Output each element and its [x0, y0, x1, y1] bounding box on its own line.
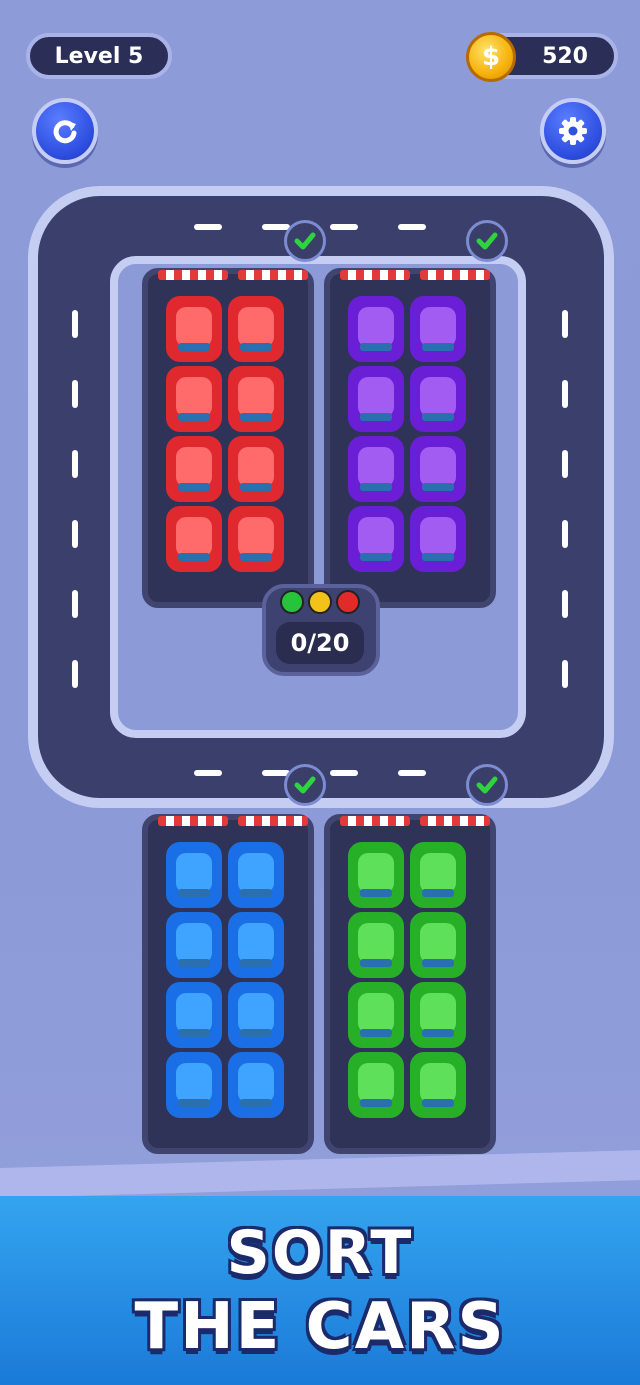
coin-symbol: $: [481, 42, 501, 72]
car[interactable]: [166, 436, 222, 502]
lane-dash: [398, 770, 426, 776]
car[interactable]: [166, 1052, 222, 1118]
barrier-gate: [420, 270, 490, 280]
car[interactable]: [228, 982, 284, 1048]
restart-icon: [53, 120, 77, 144]
traffic-light-yellow: [308, 590, 332, 614]
car[interactable]: [166, 506, 222, 572]
car[interactable]: [348, 366, 404, 432]
parking-lot-3[interactable]: [142, 814, 314, 1154]
car[interactable]: [166, 296, 222, 362]
car[interactable]: [228, 366, 284, 432]
lane-dash: [562, 450, 568, 478]
lane-dash: [72, 380, 78, 408]
car[interactable]: [228, 436, 284, 502]
progress-counter: 0/20: [276, 622, 364, 664]
barrier-gate: [340, 816, 410, 826]
car[interactable]: [348, 506, 404, 572]
car[interactable]: [348, 1052, 404, 1118]
level-label: Level 5: [54, 43, 144, 69]
car[interactable]: [228, 1052, 284, 1118]
level-indicator: Level 5: [26, 33, 172, 79]
car[interactable]: [410, 982, 466, 1048]
car[interactable]: [166, 842, 222, 908]
car[interactable]: [228, 912, 284, 978]
lane-dash: [72, 310, 78, 338]
lane-dash: [398, 224, 426, 230]
car[interactable]: [228, 296, 284, 362]
lane-dash: [194, 224, 222, 230]
checkmark-icon: [284, 220, 326, 262]
checkmark-icon: [466, 764, 508, 806]
coin-amount: 520: [542, 43, 588, 69]
car[interactable]: [348, 296, 404, 362]
lane-dash: [72, 590, 78, 618]
barrier-gate: [158, 270, 228, 280]
barrier-gate: [420, 816, 490, 826]
lane-dash: [562, 380, 568, 408]
checkmark-icon: [466, 220, 508, 262]
car[interactable]: [410, 1052, 466, 1118]
lane-dash: [194, 770, 222, 776]
car[interactable]: [228, 506, 284, 572]
lane-dash: [262, 224, 290, 230]
lane-dash: [72, 660, 78, 688]
headline-line2: THE CARS: [134, 1290, 506, 1364]
lane-dash: [72, 520, 78, 548]
car[interactable]: [166, 982, 222, 1048]
traffic-light-green: [280, 590, 304, 614]
car[interactable]: [410, 366, 466, 432]
car[interactable]: [348, 982, 404, 1048]
barrier-gate: [238, 816, 308, 826]
checkmark-icon: [284, 764, 326, 806]
lane-dash: [562, 310, 568, 338]
car[interactable]: [410, 506, 466, 572]
car[interactable]: [410, 912, 466, 978]
barrier-gate: [238, 270, 308, 280]
banner-edge: [0, 1150, 640, 1198]
barrier-gate: [158, 816, 228, 826]
coin-icon: $: [466, 32, 516, 82]
traffic-light-red: [336, 590, 360, 614]
headline-line1: SORT: [226, 1218, 414, 1288]
lane-dash: [562, 660, 568, 688]
gear-icon: [559, 117, 587, 145]
lane-dash: [562, 520, 568, 548]
lane-dash: [330, 770, 358, 776]
lane-dash: [562, 590, 568, 618]
lane-dash: [330, 224, 358, 230]
parking-lot-2[interactable]: [324, 268, 496, 608]
settings-button[interactable]: [540, 98, 606, 164]
restart-button[interactable]: [32, 98, 98, 164]
barrier-gate: [340, 270, 410, 280]
car[interactable]: [410, 296, 466, 362]
parking-lot-4[interactable]: [324, 814, 496, 1154]
car[interactable]: [348, 842, 404, 908]
car[interactable]: [166, 912, 222, 978]
car[interactable]: [228, 842, 284, 908]
parking-lot-1[interactable]: [142, 268, 314, 608]
car[interactable]: [348, 436, 404, 502]
car[interactable]: [166, 366, 222, 432]
lane-dash: [72, 450, 78, 478]
car[interactable]: [410, 436, 466, 502]
car[interactable]: [410, 842, 466, 908]
car[interactable]: [348, 912, 404, 978]
